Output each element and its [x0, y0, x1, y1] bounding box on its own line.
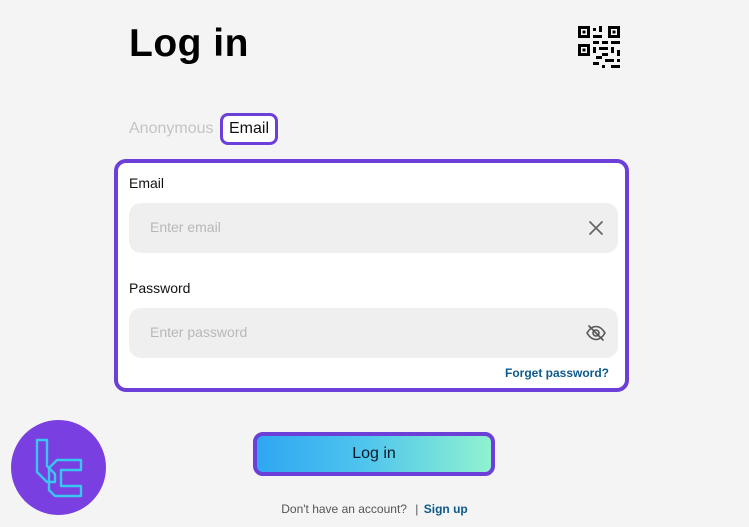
forget-password-link[interactable]: Forget password?	[505, 366, 609, 380]
page-title: Log in	[129, 22, 249, 65]
email-placeholder: Enter email	[150, 219, 221, 235]
no-account-text: Don't have an account?	[281, 502, 407, 516]
signup-row: Don't have an account? | Sign up	[0, 502, 749, 516]
qr-code-icon[interactable]	[578, 26, 620, 68]
tab-anonymous[interactable]: Anonymous	[129, 120, 214, 138]
password-label: Password	[129, 280, 191, 296]
email-label: Email	[129, 175, 165, 191]
separator: |	[415, 502, 419, 516]
password-field[interactable]: Enter password	[129, 308, 618, 358]
eye-off-icon[interactable]	[585, 322, 607, 344]
signup-link[interactable]: Sign up	[424, 502, 468, 516]
login-form: Email Enter email Password Enter passwor…	[114, 159, 629, 392]
password-placeholder: Enter password	[150, 324, 248, 340]
tab-email[interactable]: Email	[220, 113, 278, 145]
email-field[interactable]: Enter email	[129, 203, 618, 253]
close-icon[interactable]	[585, 217, 607, 239]
brand-logo	[11, 420, 106, 515]
login-button[interactable]: Log in	[253, 432, 495, 476]
